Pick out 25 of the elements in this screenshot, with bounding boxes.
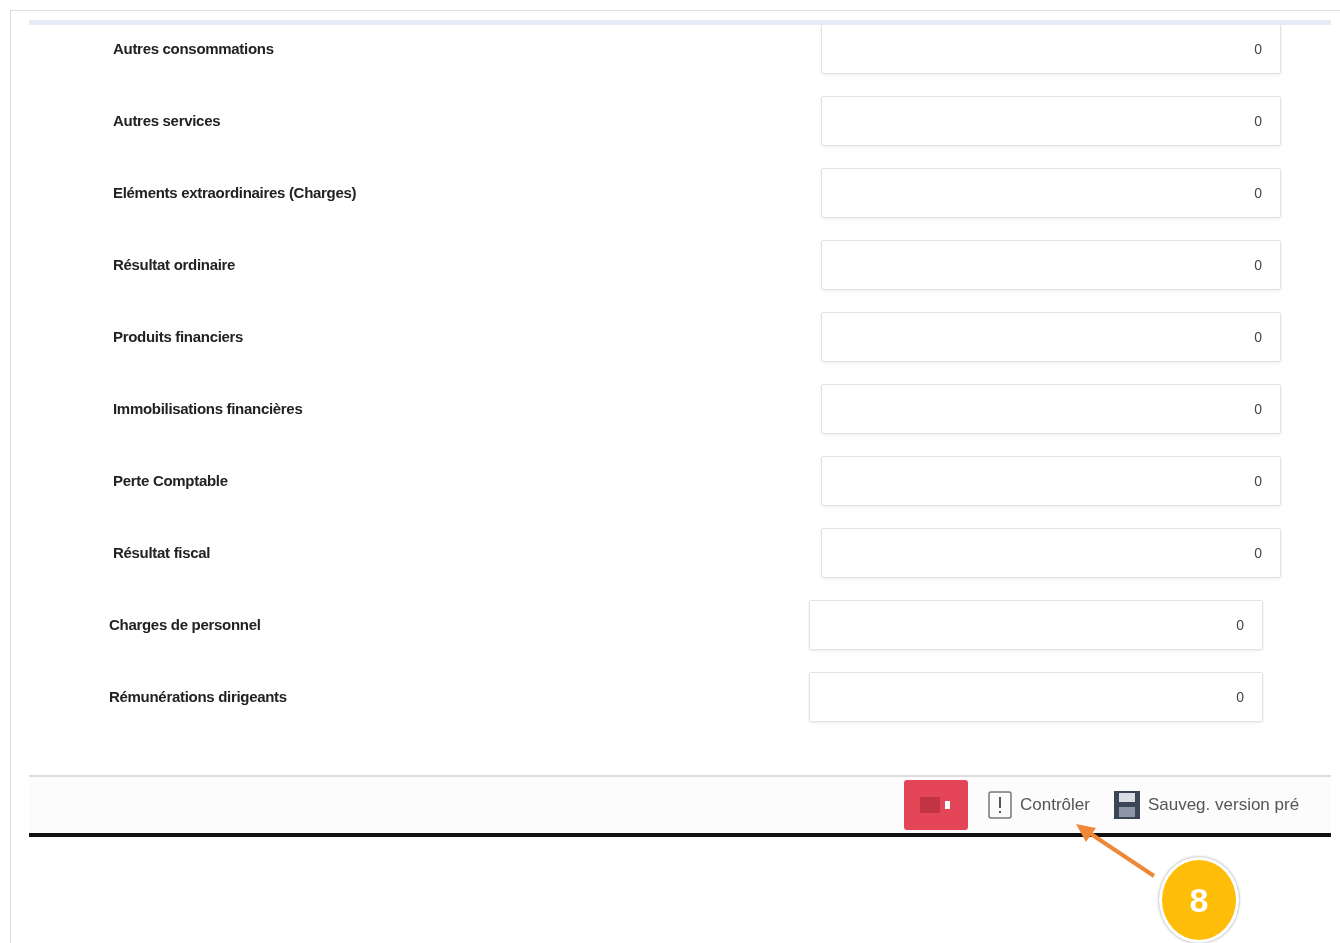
input-field[interactable]: 0 bbox=[821, 168, 1281, 218]
input-field[interactable]: 0 bbox=[821, 312, 1281, 362]
field-label: Résultat fiscal bbox=[113, 542, 211, 563]
field-label: Charges de personnel bbox=[109, 614, 261, 635]
field-label: Produits financiers bbox=[113, 326, 244, 347]
save-button[interactable]: Sauveg. version pré bbox=[1109, 791, 1304, 819]
field-label: Immobilisations financières bbox=[113, 398, 303, 419]
field-label: Eléments extraordinaires (Charges) bbox=[113, 182, 357, 203]
field-label: Perte Comptable bbox=[113, 470, 228, 491]
input-field[interactable]: 0 bbox=[809, 600, 1263, 650]
input-field[interactable]: 0 bbox=[809, 672, 1263, 722]
step-number-badge: 8 bbox=[1159, 857, 1239, 943]
input-field[interactable]: 0 bbox=[821, 25, 1281, 74]
input-field[interactable]: 0 bbox=[821, 456, 1281, 506]
delete-button[interactable] bbox=[904, 780, 968, 830]
input-field[interactable]: 0 bbox=[821, 384, 1281, 434]
input-field[interactable]: 0 bbox=[821, 528, 1281, 578]
field-label: Rémunérations dirigeants bbox=[109, 686, 287, 707]
exclamation-icon bbox=[988, 791, 1012, 819]
input-field[interactable]: 0 bbox=[821, 96, 1281, 146]
input-field[interactable]: 0 bbox=[821, 240, 1281, 290]
field-label: Autres services bbox=[113, 110, 221, 131]
field-label: Autres consommations bbox=[113, 38, 274, 59]
check-button[interactable]: Contrôler bbox=[984, 791, 1094, 819]
field-label: Résultat ordinaire bbox=[113, 254, 236, 275]
